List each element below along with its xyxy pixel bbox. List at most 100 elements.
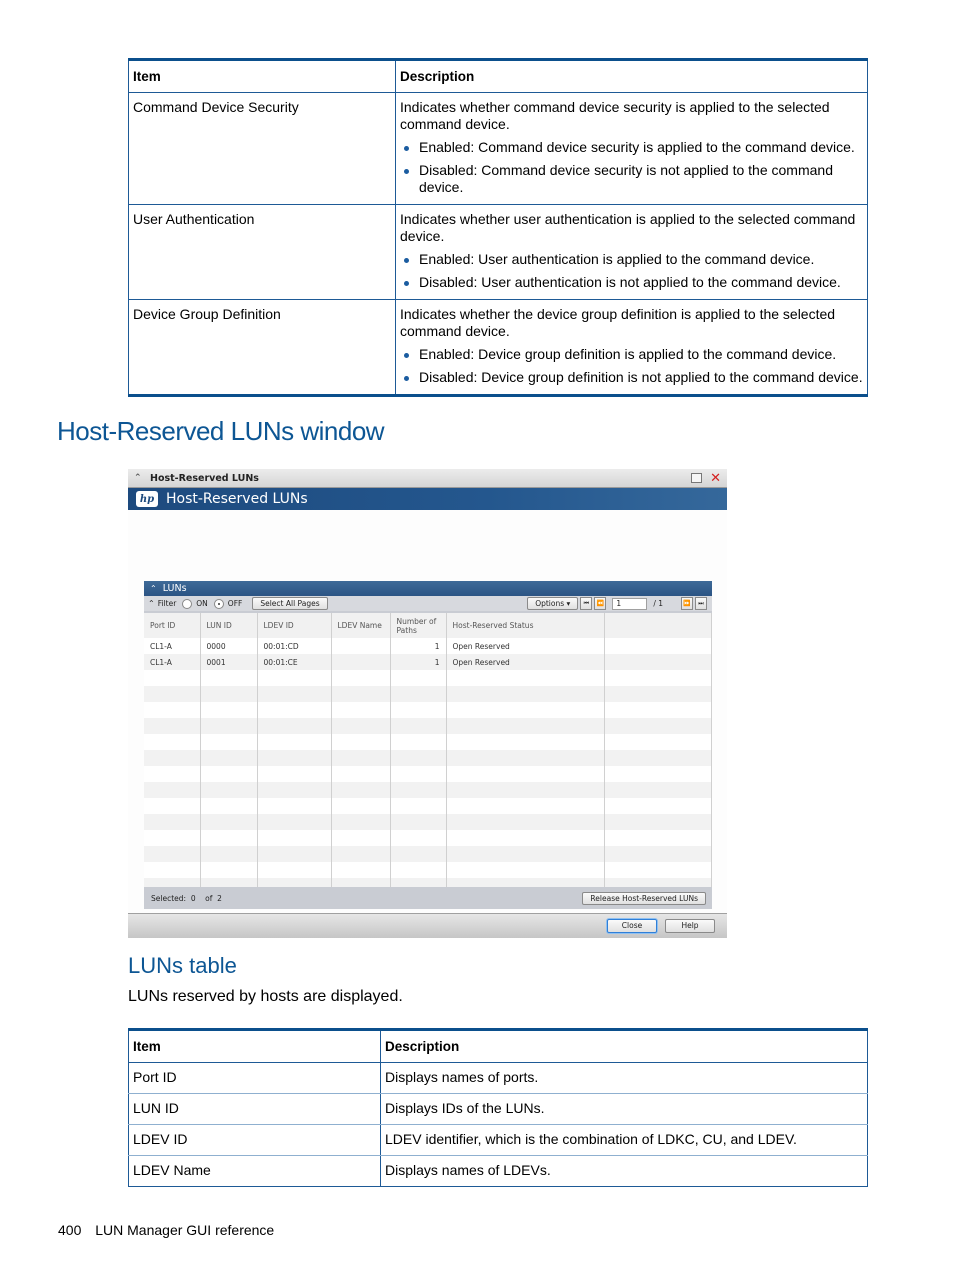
- empty-row: [144, 862, 712, 878]
- empty-cell: [331, 798, 391, 814]
- column-header-empty: [604, 613, 712, 638]
- column-header-ldev-id[interactable]: LDEV ID: [257, 613, 332, 638]
- empty-cell: [390, 702, 447, 718]
- table-row: Port ID Displays names of ports.: [128, 1062, 868, 1094]
- empty-cell: [144, 734, 201, 750]
- column-header-number-of-paths[interactable]: Number of Paths: [390, 613, 447, 638]
- empty-cell: [604, 862, 712, 878]
- banner-title: Host-Reserved LUNs: [166, 491, 308, 507]
- select-all-pages-button[interactable]: Select All Pages: [252, 597, 328, 610]
- luns-grid: Port ID LUN ID LDEV ID LDEV Name Number …: [144, 613, 712, 887]
- empty-cell: [446, 814, 605, 830]
- close-icon[interactable]: ✕: [710, 471, 721, 486]
- bullet-list: Enabled: User authentication is applied …: [400, 251, 863, 291]
- filter-on-radio[interactable]: [182, 598, 193, 609]
- status-cell: Open Reserved: [446, 638, 605, 654]
- table-row[interactable]: CL1-A 0001 00:01:CE 1 Open Reserved: [144, 654, 712, 670]
- window-title: Host-Reserved LUNs: [150, 472, 259, 484]
- empty-cell: [446, 670, 605, 686]
- selection-count: Selected: 0 of 2: [151, 894, 582, 903]
- empty-cell: [331, 878, 391, 887]
- empty-cell: [604, 830, 712, 846]
- page-number-input[interactable]: 1: [612, 597, 648, 610]
- empty-row: [144, 814, 712, 830]
- description-cell: Indicates whether command device securit…: [395, 92, 868, 205]
- empty-cell: [446, 702, 605, 718]
- empty-row: [144, 782, 712, 798]
- empty-cell: [331, 718, 391, 734]
- empty-row: [144, 670, 712, 686]
- status-cell: Open Reserved: [446, 654, 605, 670]
- empty-cell: [446, 782, 605, 798]
- empty-cell: [200, 830, 258, 846]
- empty-cell: [604, 654, 712, 670]
- empty-cell: [257, 798, 332, 814]
- options-label: Options: [535, 599, 565, 608]
- table-row: Device Group Definition Indicates whethe…: [128, 299, 868, 397]
- table-row: LUN ID Displays IDs of the LUNs.: [128, 1093, 868, 1125]
- command-device-attributes-table: Item Description Command Device Security…: [128, 58, 868, 397]
- collapse-panel-icon[interactable]: ⌃: [150, 584, 157, 593]
- table-row[interactable]: CL1-A 0000 00:01:CD 1 Open Reserved: [144, 638, 712, 654]
- empty-cell: [390, 830, 447, 846]
- item-cell: LUN ID: [128, 1093, 381, 1125]
- next-page-icon[interactable]: ⏩: [681, 597, 693, 610]
- release-host-reserved-luns-button[interactable]: Release Host-Reserved LUNs: [582, 892, 706, 905]
- last-page-icon[interactable]: ⏭: [695, 597, 707, 610]
- empty-cell: [331, 782, 391, 798]
- column-header-lun-id[interactable]: LUN ID: [200, 613, 258, 638]
- filter-label[interactable]: Filter: [158, 599, 177, 608]
- description-cell: Indicates whether the device group defin…: [395, 299, 868, 397]
- empty-cell: [200, 846, 258, 862]
- empty-cell: [604, 782, 712, 798]
- port-id-cell: CL1-A: [144, 654, 201, 670]
- empty-cell: [390, 846, 447, 862]
- empty-cell: [390, 734, 447, 750]
- empty-row: [144, 846, 712, 862]
- column-header-description: Description: [380, 1028, 868, 1063]
- options-button[interactable]: Options ▾: [527, 597, 579, 610]
- bullet-item: Disabled: Command device security is not…: [404, 162, 863, 196]
- maximize-icon[interactable]: [691, 473, 703, 483]
- filter-off-radio[interactable]: [213, 598, 224, 609]
- empty-cell: [257, 814, 332, 830]
- empty-cell: [446, 830, 605, 846]
- empty-row: [144, 798, 712, 814]
- table-row: LDEV Name Displays names of LDEVs.: [128, 1155, 868, 1187]
- help-button[interactable]: Help: [665, 919, 715, 933]
- first-page-icon[interactable]: ⏮: [580, 597, 593, 610]
- column-header-host-reserved-status[interactable]: Host-Reserved Status: [446, 613, 605, 638]
- panel-header: ⌃ LUNs: [144, 581, 712, 596]
- column-header-ldev-name[interactable]: LDEV Name: [331, 613, 391, 638]
- empty-cell: [604, 846, 712, 862]
- close-button[interactable]: Close: [607, 919, 657, 933]
- item-cell: Command Device Security: [128, 92, 396, 205]
- page-number: 400: [58, 1222, 82, 1238]
- luns-panel: ⌃ LUNs ⌃ Filter ON OFF Select All Pages …: [144, 581, 712, 909]
- window-titlebar: ⌃ Host-Reserved LUNs ✕: [128, 469, 727, 488]
- hp-logo-icon: hp: [136, 491, 158, 507]
- column-header-port-id[interactable]: Port ID: [144, 613, 201, 638]
- table-row: User Authentication Indicates whether us…: [128, 204, 868, 300]
- empty-cell: [446, 686, 605, 702]
- ldev-id-cell: 00:01:CD: [257, 638, 332, 654]
- empty-cell: [604, 670, 712, 686]
- filter-on-label: ON: [196, 599, 208, 608]
- collapse-icon[interactable]: ⌃: [134, 473, 144, 483]
- bullet-item: Disabled: Device group definition is not…: [404, 369, 863, 385]
- empty-cell: [331, 862, 391, 878]
- prev-page-icon[interactable]: ⏪: [594, 597, 607, 610]
- panel-footer: Selected: 0 of 2 Release Host-Reserved L…: [144, 888, 712, 909]
- column-header-item: Item: [128, 58, 396, 93]
- filter-icon[interactable]: ⌃: [148, 599, 155, 608]
- empty-cell: [390, 686, 447, 702]
- page-footer: 400 LUN Manager GUI reference: [58, 1222, 274, 1238]
- luns-table-description: Item Description Port ID Displays names …: [128, 1028, 868, 1187]
- empty-cell: [446, 718, 605, 734]
- empty-cell: [331, 670, 391, 686]
- table-row: LDEV ID LDEV identifier, which is the co…: [128, 1124, 868, 1156]
- empty-cell: [200, 750, 258, 766]
- description-text: Indicates whether the device group defin…: [400, 306, 836, 339]
- empty-cell: [331, 750, 391, 766]
- empty-cell: [331, 686, 391, 702]
